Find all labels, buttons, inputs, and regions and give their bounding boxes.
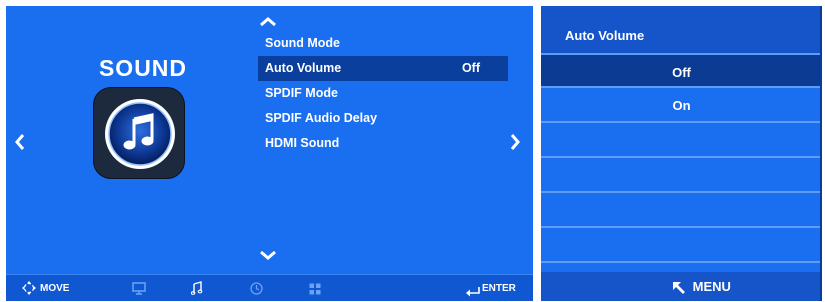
options-title: Auto Volume (565, 28, 645, 43)
options-list: Off On (541, 53, 820, 263)
bottom-navigation-bar: MOVE ENTER (6, 274, 533, 301)
menu-item-label: Auto Volume (265, 61, 342, 75)
menu-item-spdif-mode[interactable]: SPDIF Mode (258, 81, 508, 106)
auto-volume-options-panel: Auto Volume Off On MENU (541, 6, 822, 301)
menu-item-sound-mode[interactable]: Sound Mode (258, 31, 508, 56)
sound-icon[interactable] (190, 281, 203, 300)
music-note-icon (93, 87, 185, 179)
chevron-right-icon[interactable] (509, 133, 521, 151)
menu-label: MENU (692, 279, 731, 294)
menu-item-value: Off (461, 61, 480, 75)
option-empty (541, 193, 820, 228)
menu-item-spdif-audio-delay[interactable]: SPDIF Audio Delay (258, 106, 508, 131)
sound-menu-panel: SOUND Sound Mode Auto Volume Off SPDIF M… (6, 6, 533, 301)
menu-item-label: SPDIF Audio Delay (265, 111, 378, 125)
page-title: SOUND (98, 55, 188, 81)
options-footer: MENU (541, 272, 820, 301)
menu-item-auto-volume[interactable]: Auto Volume Off (258, 56, 508, 81)
option-off[interactable]: Off (541, 53, 820, 88)
menu-item-label: SPDIF Mode (265, 86, 338, 100)
menu-item-label: HDMI Sound (265, 136, 340, 150)
sound-menu-list: Sound Mode Auto Volume Off SPDIF Mode SP… (258, 31, 508, 156)
picture-icon[interactable] (132, 282, 146, 300)
option-label: On (672, 98, 691, 113)
enter-icon (466, 284, 480, 301)
menu-item-hdmi-sound[interactable]: HDMI Sound (258, 131, 508, 156)
menu-item-label: Sound Mode (265, 36, 340, 50)
setup-icon[interactable] (309, 282, 321, 300)
chevron-down-icon[interactable] (259, 247, 277, 260)
move-hint-label: MOVE (40, 283, 70, 294)
option-empty (541, 228, 820, 263)
options-header: Auto Volume (541, 6, 820, 53)
time-icon[interactable] (250, 282, 263, 300)
option-empty (541, 123, 820, 158)
option-label: Off (672, 65, 691, 80)
enter-hint-label: ENTER (482, 283, 516, 294)
chevron-left-icon[interactable] (14, 133, 26, 151)
menu-back-button[interactable]: MENU (671, 278, 731, 296)
back-arrow-icon (671, 279, 693, 294)
directional-pad-icon (22, 281, 36, 300)
chevron-up-icon[interactable] (259, 14, 277, 27)
option-empty (541, 158, 820, 193)
option-on[interactable]: On (541, 88, 820, 123)
